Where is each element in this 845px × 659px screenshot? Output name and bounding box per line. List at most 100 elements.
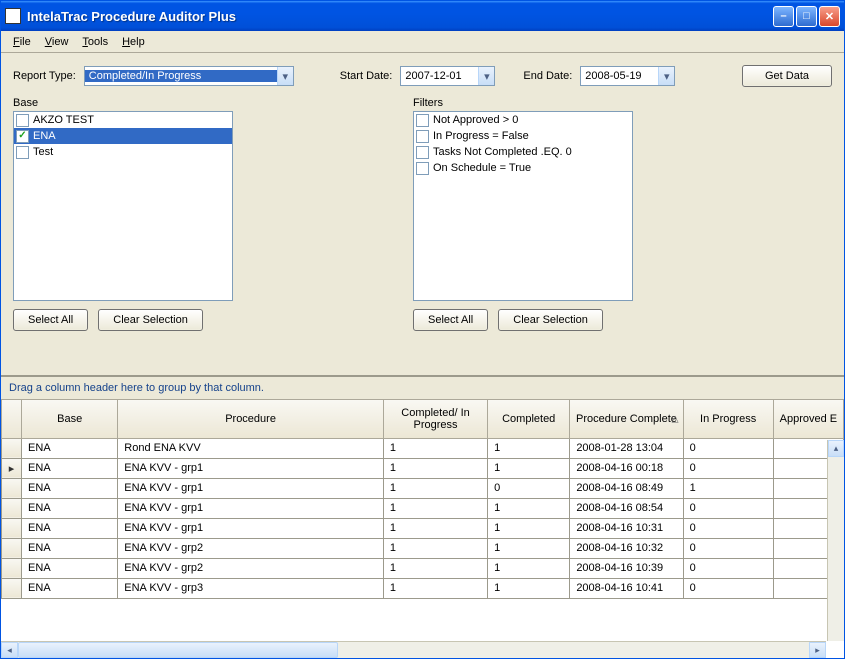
checkbox-icon[interactable] <box>416 162 429 175</box>
cell[interactable]: 0 <box>488 478 570 498</box>
menu-file[interactable]: File <box>7 34 37 50</box>
cell[interactable]: 2008-04-16 08:49 <box>570 478 683 498</box>
cell[interactable]: 1 <box>488 538 570 558</box>
table-row[interactable]: ENAENA KVV - grp2112008-04-16 10:320 <box>2 538 844 558</box>
list-item[interactable]: Test <box>14 144 232 160</box>
cell[interactable]: ENA <box>22 478 118 498</box>
report-type-select[interactable]: Completed/In Progress ▾ <box>84 66 294 86</box>
cell[interactable]: 1 <box>383 578 487 598</box>
cell[interactable]: 2008-04-16 10:39 <box>570 558 683 578</box>
cell[interactable]: 1 <box>488 438 570 458</box>
cell[interactable]: ENA KVV - grp1 <box>118 478 384 498</box>
table-row[interactable]: ENAENA KVV - grp2112008-04-16 10:390 <box>2 558 844 578</box>
cell[interactable]: 1 <box>488 498 570 518</box>
col-completed[interactable]: Completed <box>488 400 570 438</box>
checkbox-icon[interactable]: ✓ <box>16 130 29 143</box>
cell[interactable]: 0 <box>683 538 773 558</box>
scroll-track[interactable] <box>18 642 809 658</box>
end-date-select[interactable]: 2008-05-19 ▾ <box>580 66 675 86</box>
start-date-select[interactable]: 2007-12-01 ▾ <box>400 66 495 86</box>
list-item[interactable]: Tasks Not Completed .EQ. 0 <box>414 144 632 160</box>
cell[interactable]: 2008-04-16 10:41 <box>570 578 683 598</box>
cell[interactable]: ENA KVV - grp2 <box>118 538 384 558</box>
col-base[interactable]: Base <box>22 400 118 438</box>
maximize-button[interactable]: □ <box>796 6 817 27</box>
table-row[interactable]: ENAENA KVV - grp3112008-04-16 10:410 <box>2 578 844 598</box>
cell[interactable]: 1 <box>383 478 487 498</box>
cell[interactable]: 1 <box>488 458 570 478</box>
cell[interactable]: ENA <box>22 578 118 598</box>
scroll-up-icon[interactable]: ▴ <box>828 440 844 457</box>
col-approved[interactable]: Approved E <box>773 400 843 438</box>
cell[interactable]: 1 <box>488 518 570 538</box>
base-select-all-button[interactable]: Select All <box>13 309 88 331</box>
cell[interactable]: Rond ENA KVV <box>118 438 384 458</box>
close-button[interactable]: ✕ <box>819 6 840 27</box>
cell[interactable]: ENA <box>22 458 118 478</box>
scroll-thumb[interactable] <box>18 642 338 658</box>
checkbox-icon[interactable] <box>16 146 29 159</box>
table-row[interactable]: ENAENA KVV - grp1112008-04-16 08:540 <box>2 498 844 518</box>
cell[interactable]: ENA KVV - grp1 <box>118 498 384 518</box>
cell[interactable]: 1 <box>383 438 487 458</box>
cell[interactable]: 0 <box>683 498 773 518</box>
table-row[interactable]: ENAENA KVV - grp1102008-04-16 08:491 <box>2 478 844 498</box>
cell[interactable]: 0 <box>683 578 773 598</box>
filters-select-all-button[interactable]: Select All <box>413 309 488 331</box>
cell[interactable]: ENA <box>22 498 118 518</box>
cell[interactable]: 0 <box>683 558 773 578</box>
table-row[interactable]: ENARond ENA KVV112008-01-28 13:040 <box>2 438 844 458</box>
cell[interactable]: 0 <box>683 438 773 458</box>
group-by-hint[interactable]: Drag a column header here to group by th… <box>1 377 844 400</box>
checkbox-icon[interactable] <box>16 114 29 127</box>
cell[interactable]: 1 <box>683 478 773 498</box>
minimize-button[interactable]: – <box>773 6 794 27</box>
table-row[interactable]: ENAENA KVV - grp1112008-04-16 10:310 <box>2 518 844 538</box>
menu-view[interactable]: View <box>39 34 75 50</box>
list-item[interactable]: Not Approved > 0 <box>414 112 632 128</box>
scroll-left-icon[interactable]: ◂ <box>1 642 18 658</box>
data-grid[interactable]: Base Procedure Completed/ In Progress Co… <box>1 400 844 599</box>
cell[interactable]: 1 <box>383 458 487 478</box>
get-data-button[interactable]: Get Data <box>742 65 832 87</box>
cell[interactable]: ENA <box>22 438 118 458</box>
menu-tools[interactable]: Tools <box>76 34 114 50</box>
cell[interactable]: 2008-04-16 08:54 <box>570 498 683 518</box>
chevron-down-icon[interactable]: ▾ <box>658 67 674 85</box>
cell[interactable]: 1 <box>488 558 570 578</box>
chevron-down-icon[interactable]: ▾ <box>478 67 494 85</box>
cell[interactable]: 0 <box>683 518 773 538</box>
cell[interactable]: ENA <box>22 538 118 558</box>
base-listbox[interactable]: AKZO TEST✓ENATest <box>13 111 233 301</box>
cell[interactable]: 1 <box>383 558 487 578</box>
cell[interactable]: ENA KVV - grp1 <box>118 518 384 538</box>
filters-listbox[interactable]: Not Approved > 0In Progress = FalseTasks… <box>413 111 633 301</box>
checkbox-icon[interactable] <box>416 114 429 127</box>
list-item[interactable]: On Schedule = True <box>414 160 632 176</box>
horizontal-scrollbar[interactable]: ◂ ▸ <box>1 641 826 658</box>
table-row[interactable]: ▸ENAENA KVV - grp1112008-04-16 00:180 <box>2 458 844 478</box>
list-item[interactable]: AKZO TEST <box>14 112 232 128</box>
base-clear-selection-button[interactable]: Clear Selection <box>98 309 203 331</box>
chevron-down-icon[interactable]: ▾ <box>277 67 293 85</box>
col-completed-in-progress[interactable]: Completed/ In Progress <box>383 400 487 438</box>
checkbox-icon[interactable] <box>416 130 429 143</box>
cell[interactable]: 1 <box>383 538 487 558</box>
cell[interactable]: ENA KVV - grp1 <box>118 458 384 478</box>
cell[interactable]: 1 <box>383 498 487 518</box>
col-procedure[interactable]: Procedure <box>118 400 384 438</box>
list-item[interactable]: In Progress = False <box>414 128 632 144</box>
scroll-right-icon[interactable]: ▸ <box>809 642 826 658</box>
cell[interactable]: ENA KVV - grp3 <box>118 578 384 598</box>
cell[interactable]: ENA KVV - grp2 <box>118 558 384 578</box>
cell[interactable]: ENA <box>22 518 118 538</box>
col-in-progress[interactable]: In Progress <box>683 400 773 438</box>
cell[interactable]: ENA <box>22 558 118 578</box>
cell[interactable]: 1 <box>488 578 570 598</box>
filters-clear-selection-button[interactable]: Clear Selection <box>498 309 603 331</box>
menu-help[interactable]: Help <box>116 34 151 50</box>
cell[interactable]: 2008-04-16 10:31 <box>570 518 683 538</box>
checkbox-icon[interactable] <box>416 146 429 159</box>
list-item[interactable]: ✓ENA <box>14 128 232 144</box>
col-procedure-complete[interactable]: Procedure Complete△ <box>570 400 683 438</box>
